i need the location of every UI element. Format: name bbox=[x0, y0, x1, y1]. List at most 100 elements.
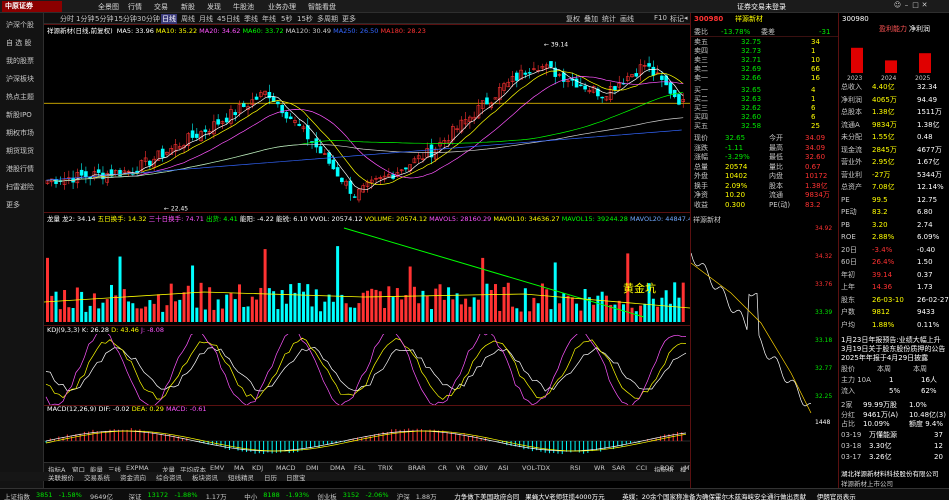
tool-f10[interactable]: F10 bbox=[654, 14, 667, 22]
f10-news-item[interactable]: 2025年年报于4月29日披露 bbox=[839, 354, 949, 363]
status-item-17[interactable]: 果蝇大V老师狂揽4000万元 bbox=[525, 491, 605, 500]
bids-row[interactable]: 买二 32.63 1 bbox=[691, 95, 839, 104]
indicator-tab-18[interactable]: OBV bbox=[474, 464, 488, 472]
function-tab-3[interactable]: 综合资讯 bbox=[156, 472, 182, 482]
tool-diejia[interactable]: 叠加 bbox=[584, 14, 598, 24]
indicator-tab-13[interactable]: FSL bbox=[354, 464, 365, 472]
menu-jiaoyi[interactable]: 交易 bbox=[154, 2, 168, 12]
status-item-19[interactable]: 伊朗官员表示 bbox=[817, 491, 856, 500]
close-icon[interactable]: ✕ bbox=[920, 1, 929, 9]
indicator-tab-9[interactable]: KDJ bbox=[252, 464, 263, 472]
period-15min[interactable]: 15分钟 bbox=[114, 14, 137, 24]
minimize-icon[interactable]: – bbox=[902, 1, 911, 9]
function-tab-2[interactable]: 资金流向 bbox=[120, 472, 146, 482]
sidebar-item-futures[interactable]: 期货现货 bbox=[6, 146, 34, 156]
indicator-tab-17[interactable]: VR bbox=[456, 464, 465, 472]
asks-row[interactable]: 卖五 32.75 34 bbox=[691, 38, 839, 47]
indicator-tab-10[interactable]: MACD bbox=[276, 464, 295, 472]
menu-quanjingtu[interactable]: 全景图 bbox=[98, 2, 119, 12]
f10-news-item[interactable]: 3月19日关于股东股份质押的公告 bbox=[839, 345, 949, 354]
sidebar-item-options[interactable]: 期权市场 bbox=[6, 128, 34, 138]
function-tab-0[interactable]: 关联报价 bbox=[48, 472, 74, 482]
maximize-icon[interactable]: □ bbox=[911, 1, 920, 9]
asks-row[interactable]: 卖二 32.69 66 bbox=[691, 65, 839, 74]
bids-row[interactable]: 买三 32.62 6 bbox=[691, 104, 839, 113]
f10-flow-label: 流入 bbox=[841, 387, 855, 395]
kline-chart[interactable]: ← 39.14← 22.45 bbox=[44, 33, 690, 212]
f10-tab-profit[interactable]: 盈利能力 bbox=[879, 25, 907, 34]
bids-row[interactable]: 买四 32.60 6 bbox=[691, 113, 839, 122]
period-multi[interactable]: 多周期 bbox=[317, 14, 338, 24]
bids-row[interactable]: 买一 32.65 4 bbox=[691, 86, 839, 95]
indicator-tab-12[interactable]: DMA bbox=[330, 464, 345, 472]
menu-yewu[interactable]: 业务办理 bbox=[268, 2, 296, 12]
menu-faxian[interactable]: 发现 bbox=[207, 2, 221, 12]
user-icon[interactable]: ☺ bbox=[893, 1, 902, 9]
sidebar-item-risk[interactable]: 扫雷避险 bbox=[6, 182, 34, 192]
indicator-tab-20[interactable]: VOL-TDX bbox=[522, 464, 550, 472]
function-tab-5[interactable]: 短线精灵 bbox=[228, 472, 254, 482]
status-item-18[interactable]: 英媒：20余个国家称准备为确保霍尔木兹海峡安全通行做出贡献 bbox=[622, 491, 806, 500]
status-item-16[interactable]: 力争做下美国政府合同 bbox=[454, 491, 519, 500]
indicator-tab-24[interactable]: CCI bbox=[636, 464, 647, 472]
sidebar-item-my-stocks[interactable]: 我的股票 bbox=[6, 56, 34, 66]
indicator-tab-15[interactable]: BRAR bbox=[408, 464, 426, 472]
trade-login-status[interactable]: 证券交易未登录 bbox=[737, 2, 786, 12]
indicator-tab-8[interactable]: MA bbox=[234, 464, 244, 472]
asks-row[interactable]: 卖三 32.71 10 bbox=[691, 56, 839, 65]
tool-collapse[interactable]: ◂ bbox=[684, 14, 688, 22]
indicator-tab-16[interactable]: CR bbox=[438, 464, 447, 472]
period-15sec[interactable]: 15秒 bbox=[297, 14, 313, 24]
period-daily[interactable]: 日线 bbox=[161, 14, 177, 24]
sidebar-item-more[interactable]: 更多 bbox=[6, 200, 20, 210]
f10-news-item[interactable]: 1月23日年报预告:业绩大幅上升 bbox=[839, 336, 949, 345]
asks-row[interactable]: 卖四 32.73 1 bbox=[691, 47, 839, 56]
menu-zhineng[interactable]: 智能看盘 bbox=[308, 2, 336, 12]
indicator-tab-4[interactable]: EXPMA bbox=[126, 464, 149, 472]
period-5min[interactable]: 5分钟 bbox=[95, 14, 113, 24]
indicator-tab-19[interactable]: ASI bbox=[498, 464, 509, 472]
f10-trade-row: 03-19 万懂能源 37 bbox=[839, 431, 949, 440]
volume-bar bbox=[259, 287, 263, 322]
sidebar-item-watchlist[interactable]: 自 选 股 bbox=[6, 38, 31, 48]
indicator-tab-23[interactable]: SAR bbox=[612, 464, 625, 472]
period-1min[interactable]: 1分钟 bbox=[76, 14, 94, 24]
menu-niugu[interactable]: 牛股池 bbox=[233, 2, 254, 12]
period-monthly[interactable]: 月线 bbox=[199, 14, 213, 24]
tool-tongji[interactable]: 统计 bbox=[602, 14, 616, 24]
function-tab-1[interactable]: 交易系统 bbox=[84, 472, 110, 482]
indicator-tab-7[interactable]: EMV bbox=[210, 464, 224, 472]
sidebar-item-hk[interactable]: 港股行情 bbox=[6, 164, 34, 174]
tool-biaoji[interactable]: 标记 bbox=[670, 14, 684, 24]
period-30min[interactable]: 30分钟 bbox=[137, 14, 160, 24]
function-tab-7[interactable]: 日度宝 bbox=[286, 472, 306, 482]
sidebar-item-sectors[interactable]: 沪深板块 bbox=[6, 74, 34, 84]
tool-fuquan[interactable]: 复权 bbox=[566, 14, 580, 24]
f10-metric-value-2: 12.75 bbox=[917, 195, 938, 204]
tool-huaxian[interactable]: 画线 bbox=[620, 14, 634, 24]
function-tab-6[interactable]: 日历 bbox=[264, 472, 277, 482]
period-45day[interactable]: 45日线 bbox=[217, 14, 240, 24]
kdj-chart[interactable] bbox=[44, 334, 690, 405]
sidebar-item-hot-topics[interactable]: 热点主题 bbox=[6, 92, 34, 102]
asks-row[interactable]: 卖一 32.66 16 bbox=[691, 74, 839, 83]
menu-xingu[interactable]: 新股 bbox=[181, 2, 195, 12]
f10-tab-netprofit[interactable]: 净利润 bbox=[909, 25, 930, 34]
indicator-tab-14[interactable]: TRIX bbox=[378, 464, 393, 472]
indicator-tab-22[interactable]: WR bbox=[594, 464, 605, 472]
period-weekly[interactable]: 周线 bbox=[181, 14, 195, 24]
period-quarter[interactable]: 季线 bbox=[244, 14, 258, 24]
menu-hangqing[interactable]: 行情 bbox=[128, 2, 142, 12]
volume-chart[interactable] bbox=[44, 222, 690, 325]
indicator-tab-11[interactable]: DMI bbox=[306, 464, 319, 472]
period-5sec[interactable]: 5秒 bbox=[281, 14, 292, 24]
period-year[interactable]: 年线 bbox=[262, 14, 276, 24]
period-fenshi[interactable]: 分时 bbox=[60, 14, 74, 24]
period-more[interactable]: 更多 bbox=[342, 14, 356, 24]
sidebar-item-ipo[interactable]: 新股IPO bbox=[6, 110, 32, 120]
indicator-tab-21[interactable]: RSI bbox=[570, 464, 581, 472]
sidebar-item-hushen-stocks[interactable]: 沪深个股 bbox=[6, 20, 34, 30]
bids-row[interactable]: 买五 32.58 25 bbox=[691, 122, 839, 131]
macd-chart[interactable] bbox=[44, 413, 690, 462]
function-tab-4[interactable]: 板块资讯 bbox=[192, 472, 218, 482]
